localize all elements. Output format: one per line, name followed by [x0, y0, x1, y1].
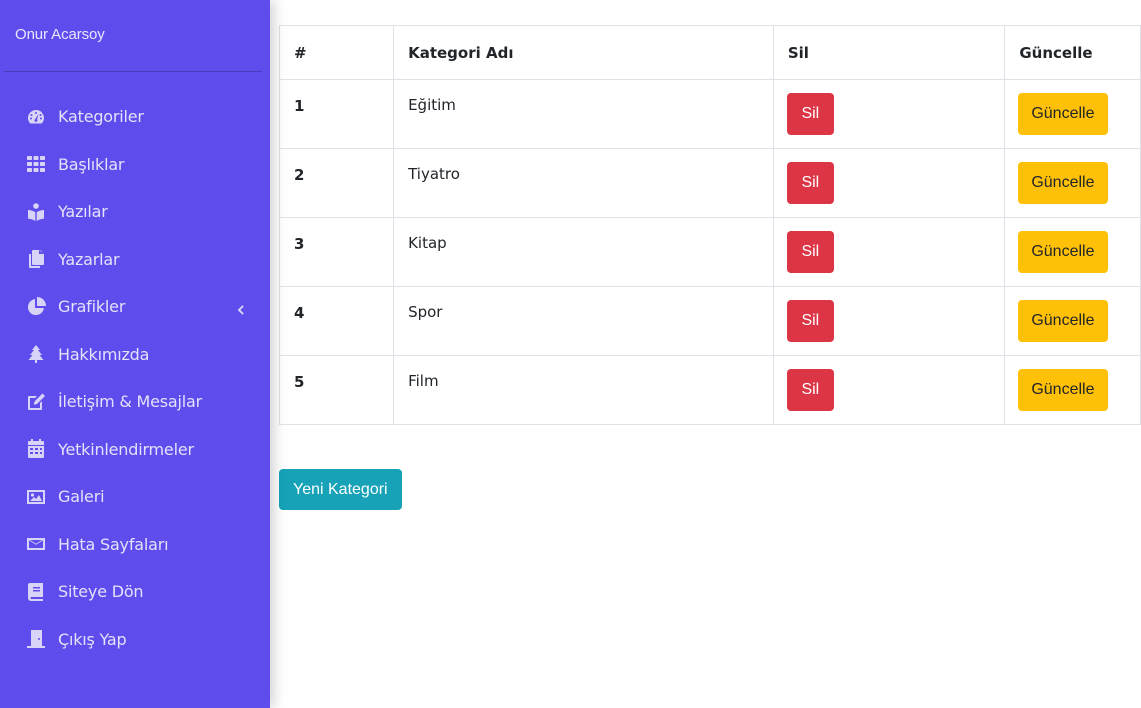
- delete-button[interactable]: Sil: [786, 231, 834, 273]
- row-number: 2: [278, 148, 395, 218]
- sidebar: Onur Acarsoy Kategoriler Başlıklar Yazıl…: [0, 0, 270, 708]
- sidebar-item-label: Çıkış Yap: [58, 629, 127, 649]
- copy-icon: [25, 248, 47, 270]
- image-icon: [25, 486, 47, 508]
- column-header-delete: Sil: [772, 25, 1006, 80]
- sidebar-item-label: Grafikler: [58, 297, 126, 317]
- update-button[interactable]: Güncelle: [1018, 300, 1109, 342]
- update-cell: Güncelle: [1004, 217, 1141, 287]
- category-name: Eğitim: [393, 79, 774, 149]
- sidebar-item-iletisim[interactable]: İletişim & Mesajlar: [0, 378, 270, 426]
- table-row: 2 Tiyatro Sil Güncelle: [278, 148, 1141, 218]
- delete-cell: Sil: [772, 355, 1006, 425]
- sidebar-item-label: Yetkinlendirmeler: [58, 439, 194, 459]
- sidebar-item-hata-sayfalari[interactable]: Hata Sayfaları: [0, 521, 270, 569]
- update-button[interactable]: Güncelle: [1018, 369, 1109, 411]
- pie-chart-icon: [25, 296, 47, 318]
- column-header-update: Güncelle: [1004, 25, 1141, 80]
- update-cell: Güncelle: [1004, 355, 1141, 425]
- sidebar-item-hakkimizda[interactable]: Hakkımızda: [0, 331, 270, 379]
- update-button[interactable]: Güncelle: [1018, 93, 1109, 135]
- book-icon: [25, 581, 47, 603]
- sidebar-item-basliklar[interactable]: Başlıklar: [0, 141, 270, 189]
- sidebar-item-label: Hata Sayfaları: [58, 534, 169, 554]
- user-name[interactable]: Onur Acarsoy: [15, 26, 105, 43]
- row-number: 5: [278, 355, 395, 425]
- sidebar-item-yetkinlendirmeler[interactable]: Yetkinlendirmeler: [0, 426, 270, 474]
- update-cell: Güncelle: [1004, 148, 1141, 218]
- sidebar-item-label: Kategoriler: [58, 107, 144, 127]
- sidebar-item-kategoriler[interactable]: Kategoriler: [0, 93, 270, 141]
- category-name: Film: [393, 355, 774, 425]
- table-row: 4 Spor Sil Güncelle: [278, 286, 1141, 356]
- delete-button[interactable]: Sil: [786, 300, 834, 342]
- row-number: 4: [278, 286, 395, 356]
- new-category-button[interactable]: Yeni Kategori: [279, 469, 402, 510]
- tree-icon: [25, 343, 47, 365]
- tachometer-icon: [25, 106, 47, 128]
- main-content: # Kategori Adı Sil Güncelle 1 Eğitim Sil…: [270, 0, 1141, 708]
- sidebar-item-siteye-don[interactable]: Siteye Dön: [0, 568, 270, 616]
- sidebar-item-label: Yazarlar: [58, 249, 120, 269]
- row-number: 1: [278, 79, 395, 149]
- chevron-left-icon[interactable]: [234, 301, 246, 315]
- categories-table: # Kategori Adı Sil Güncelle 1 Eğitim Sil…: [278, 25, 1141, 425]
- update-button[interactable]: Güncelle: [1018, 162, 1109, 204]
- delete-cell: Sil: [772, 286, 1006, 356]
- update-cell: Güncelle: [1004, 79, 1141, 149]
- sidebar-item-galeri[interactable]: Galeri: [0, 473, 270, 521]
- sidebar-nav: Kategoriler Başlıklar Yazılar Yazarlar G…: [0, 72, 270, 663]
- delete-cell: Sil: [772, 148, 1006, 218]
- delete-button[interactable]: Sil: [786, 93, 834, 135]
- sidebar-item-label: Yazılar: [58, 202, 108, 222]
- update-cell: Güncelle: [1004, 286, 1141, 356]
- reader-icon: [25, 201, 47, 223]
- sidebar-item-grafikler[interactable]: Grafikler: [0, 283, 270, 331]
- table-row: 3 Kitap Sil Güncelle: [278, 217, 1141, 287]
- category-name: Kitap: [393, 217, 774, 287]
- user-panel: Onur Acarsoy: [4, 0, 262, 72]
- envelope-icon: [25, 533, 47, 555]
- category-name: Spor: [393, 286, 774, 356]
- delete-button[interactable]: Sil: [786, 162, 834, 204]
- sidebar-item-yazilar[interactable]: Yazılar: [0, 188, 270, 236]
- column-header-number: #: [278, 25, 395, 80]
- sidebar-item-cikis-yap[interactable]: Çıkış Yap: [0, 616, 270, 664]
- grid-icon: [25, 153, 47, 175]
- sidebar-item-label: Galeri: [58, 487, 105, 507]
- sidebar-item-label: İletişim & Mesajlar: [58, 392, 203, 412]
- delete-cell: Sil: [772, 79, 1006, 149]
- table-row: 5 Film Sil Güncelle: [278, 355, 1141, 425]
- table-header-row: # Kategori Adı Sil Güncelle: [278, 25, 1141, 80]
- table-row: 1 Eğitim Sil Güncelle: [278, 79, 1141, 149]
- delete-cell: Sil: [772, 217, 1006, 287]
- row-number: 3: [278, 217, 395, 287]
- door-icon: [25, 628, 47, 650]
- edit-icon: [25, 391, 47, 413]
- category-name: Tiyatro: [393, 148, 774, 218]
- delete-button[interactable]: Sil: [786, 369, 834, 411]
- sidebar-item-label: Siteye Dön: [58, 582, 144, 602]
- sidebar-item-yazarlar[interactable]: Yazarlar: [0, 236, 270, 284]
- sidebar-item-label: Hakkımızda: [58, 344, 150, 364]
- column-header-category-name: Kategori Adı: [393, 25, 774, 80]
- sidebar-item-label: Başlıklar: [58, 154, 125, 174]
- calendar-icon: [25, 438, 47, 460]
- update-button[interactable]: Güncelle: [1018, 231, 1109, 273]
